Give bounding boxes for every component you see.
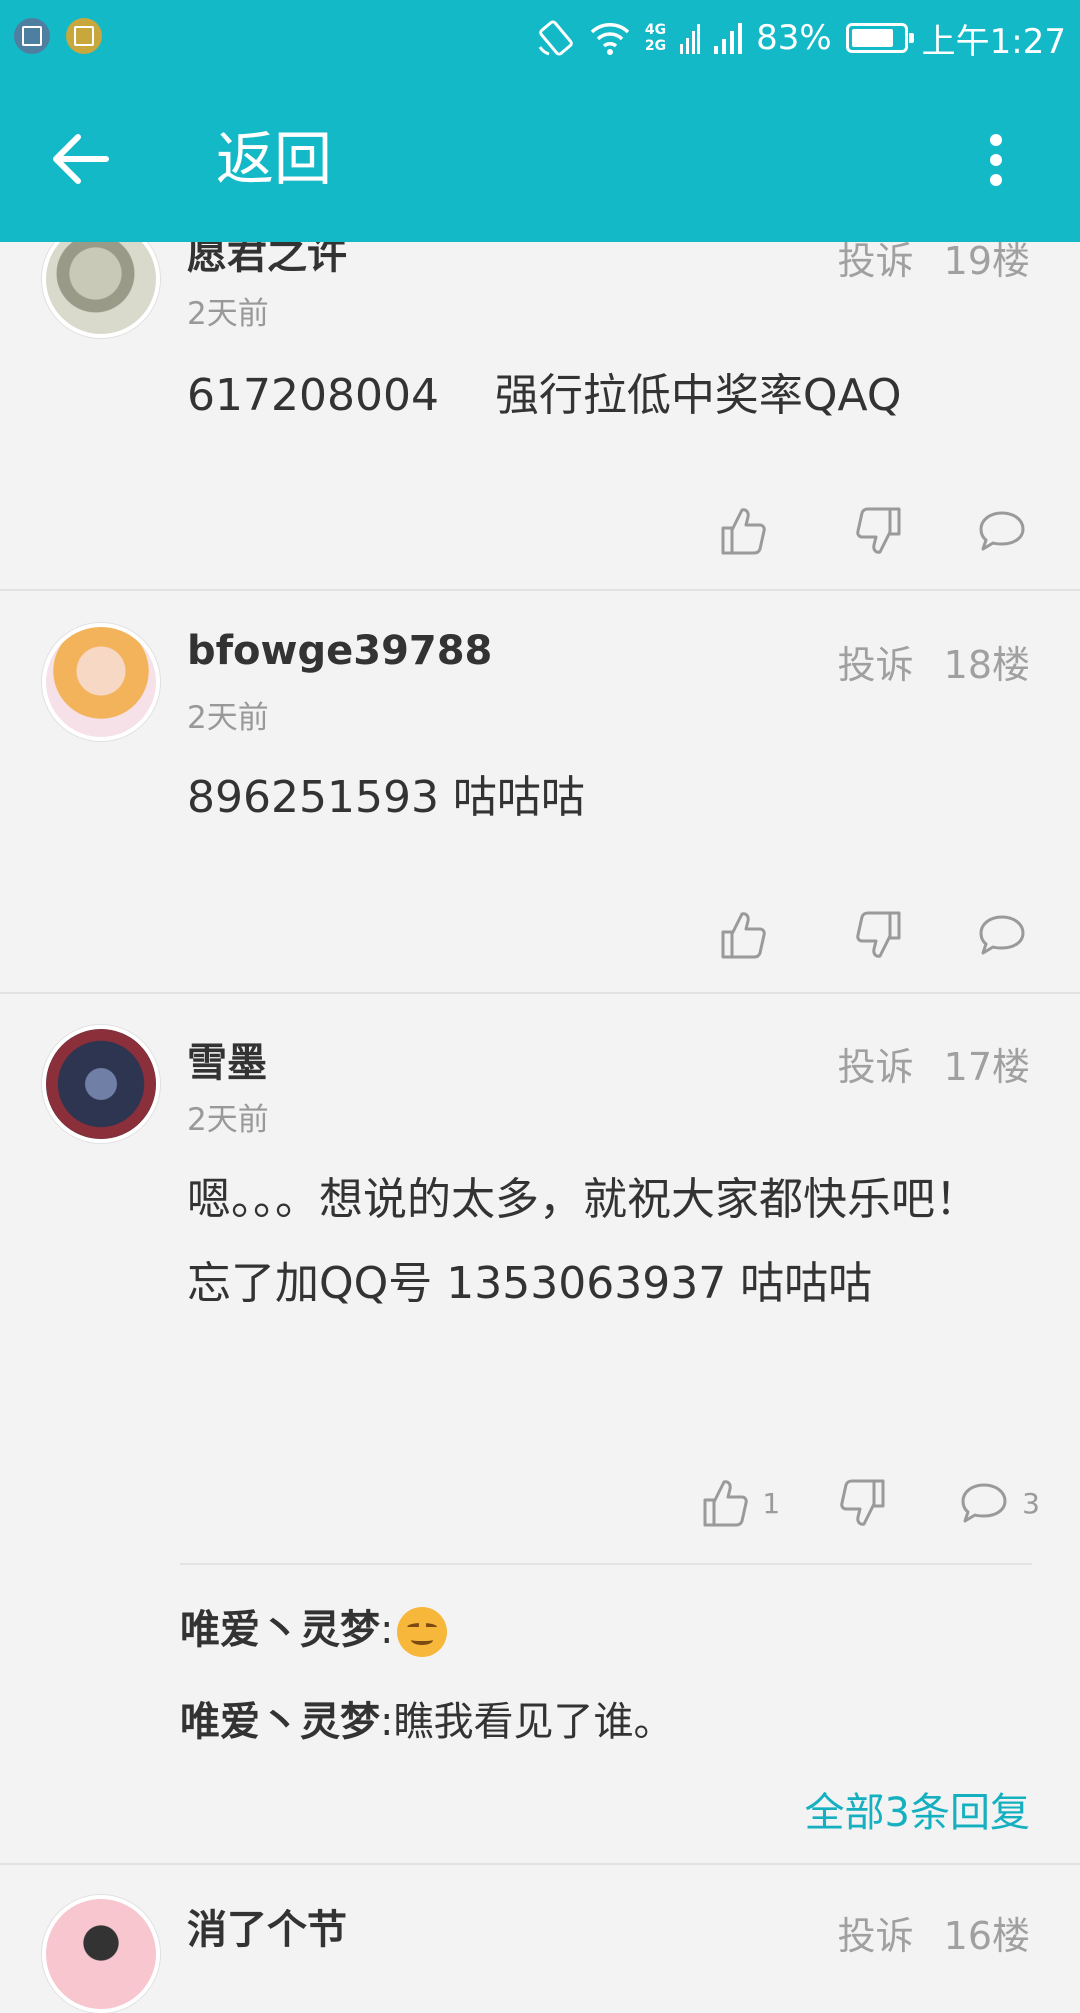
app-bar: 返回 — [0, 76, 1080, 242]
thumbs-up-icon — [721, 508, 766, 555]
like-button[interactable]: 1 — [702, 1478, 780, 1528]
speech-bubble-icon — [979, 511, 1025, 551]
comment-button[interactable] — [978, 510, 1040, 552]
reply-separator: : — [380, 1607, 394, 1653]
battery-icon — [845, 23, 914, 53]
reply-username[interactable]: 唯爱丶灵梦 — [180, 1607, 380, 1653]
comment-meta: 投诉 16楼 — [838, 1905, 1030, 1960]
like-button[interactable] — [720, 506, 780, 556]
rotation-lock-icon — [538, 20, 573, 56]
speech-bubble-icon — [979, 915, 1025, 955]
like-button[interactable] — [720, 910, 780, 960]
status-icons: 4G 2G 83% 上午1:27 — [537, 14, 1066, 62]
thumbs-up-icon — [703, 1480, 749, 1527]
comment-actions — [720, 910, 1040, 960]
dislike-button[interactable] — [856, 910, 902, 960]
reply-username[interactable]: 唯爱丶灵梦 — [180, 1699, 380, 1745]
report-link[interactable]: 投诉 — [838, 1036, 914, 1091]
signal-strength-icon — [680, 24, 701, 54]
comment-text: 617208004 强行拉低中奖率QAQ — [187, 370, 902, 421]
floor-number: 17楼 — [943, 1045, 1030, 1089]
report-link[interactable]: 投诉 — [838, 1905, 914, 1960]
like-count: 1 — [762, 1486, 781, 1520]
comment-count: 3 — [1022, 1486, 1040, 1520]
view-all-replies-link[interactable]: 全部3条回复 — [805, 1780, 1030, 1838]
comment-username[interactable]: 消了个节 — [187, 1897, 347, 1955]
network-type-label: 4G 2G — [644, 22, 667, 54]
arrow-left-icon[interactable] — [50, 131, 110, 187]
comment-text: 896251593 咕咕咕 — [187, 772, 585, 823]
thumbs-down-icon — [840, 1479, 885, 1526]
notification-icons — [14, 18, 102, 54]
comment-time: 2天前 — [187, 296, 269, 332]
avatar[interactable] — [42, 623, 160, 741]
thumbs-down-icon — [856, 911, 901, 958]
divider — [0, 1863, 1080, 1865]
screenshot-notification-icon — [14, 18, 50, 54]
status-bar: 4G 2G 83% 上午1:27 — [0, 0, 1080, 76]
comment-button[interactable] — [978, 914, 1040, 956]
page-title[interactable]: 返回 — [216, 120, 332, 198]
wifi-icon — [590, 23, 630, 55]
app-notification-icon — [66, 18, 102, 54]
comment-actions — [720, 506, 1040, 556]
comment-time: 2天前 — [187, 700, 269, 736]
comment-button[interactable]: 3 — [960, 1482, 1040, 1524]
reply-separator: : — [380, 1699, 394, 1745]
cellular-signal-icon — [714, 23, 743, 54]
dislike-button[interactable] — [840, 1478, 886, 1528]
reply-text: 瞧我看见了谁。 — [393, 1699, 674, 1745]
thumbs-down-icon — [856, 507, 901, 554]
header: 4G 2G 83% 上午1:27 返回 — [0, 0, 1080, 242]
avatar[interactable] — [42, 1895, 160, 2013]
divider — [0, 992, 1080, 994]
more-vert-icon[interactable] — [980, 128, 1012, 192]
speech-bubble-icon — [961, 1483, 1007, 1523]
avatar[interactable] — [42, 1025, 160, 1143]
replies-divider — [180, 1563, 1032, 1565]
comment-meta: 投诉 18楼 — [838, 634, 1030, 689]
battery-percent: 83% — [756, 18, 832, 58]
comment-actions: 1 3 — [702, 1478, 1040, 1528]
smiling-face-emoji — [397, 1607, 448, 1657]
floor-number: 18楼 — [943, 643, 1030, 687]
comment-time: 2天前 — [187, 1102, 269, 1138]
reply-item[interactable]: 唯爱丶灵梦: — [180, 1602, 448, 1658]
floor-number: 16楼 — [943, 1914, 1030, 1958]
comment-text: 嗯。。。想说的太多，就祝大家都快乐吧！ 忘了加QQ号 1353063937 咕咕… — [187, 1174, 979, 1309]
report-link[interactable]: 投诉 — [838, 634, 914, 689]
thumbs-up-icon — [721, 912, 766, 959]
comment-username[interactable]: 雪墨 — [187, 1030, 267, 1088]
clock: 上午1:27 — [921, 21, 1066, 62]
comment-meta: 投诉 17楼 — [838, 1036, 1030, 1091]
comment-username[interactable]: bfowge39788 — [187, 628, 492, 674]
dislike-button[interactable] — [856, 506, 902, 556]
divider — [0, 589, 1080, 591]
reply-item[interactable]: 唯爱丶灵梦:瞧我看见了谁。 — [180, 1694, 673, 1750]
